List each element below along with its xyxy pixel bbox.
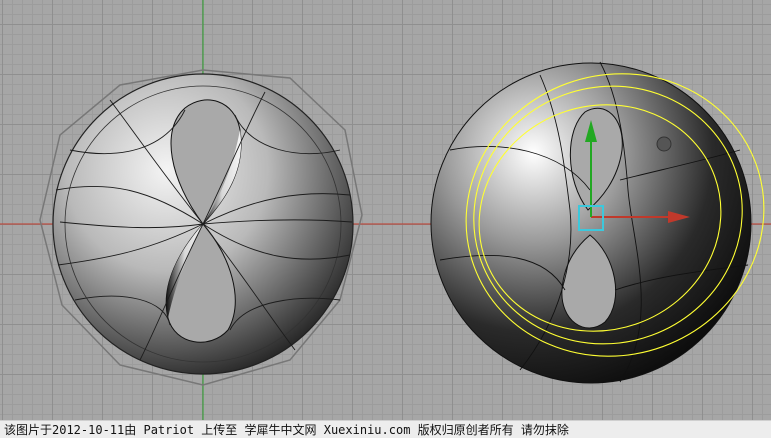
front-view-figure-eight-disc[interactable]: [39, 69, 363, 386]
watermark-caption-bar: 该图片于2012-10-11由 Patriot 上传至 学犀牛中文网 Xuexi…: [0, 420, 771, 438]
perspective-figure-eight-sphere[interactable]: [426, 32, 771, 398]
rhino-viewport[interactable]: [0, 0, 771, 420]
point-marker: [656, 136, 672, 152]
viewport-scene: [0, 0, 771, 420]
watermark-caption-text: 该图片于2012-10-11由 Patriot 上传至 学犀牛中文网 Xuexi…: [4, 423, 569, 437]
